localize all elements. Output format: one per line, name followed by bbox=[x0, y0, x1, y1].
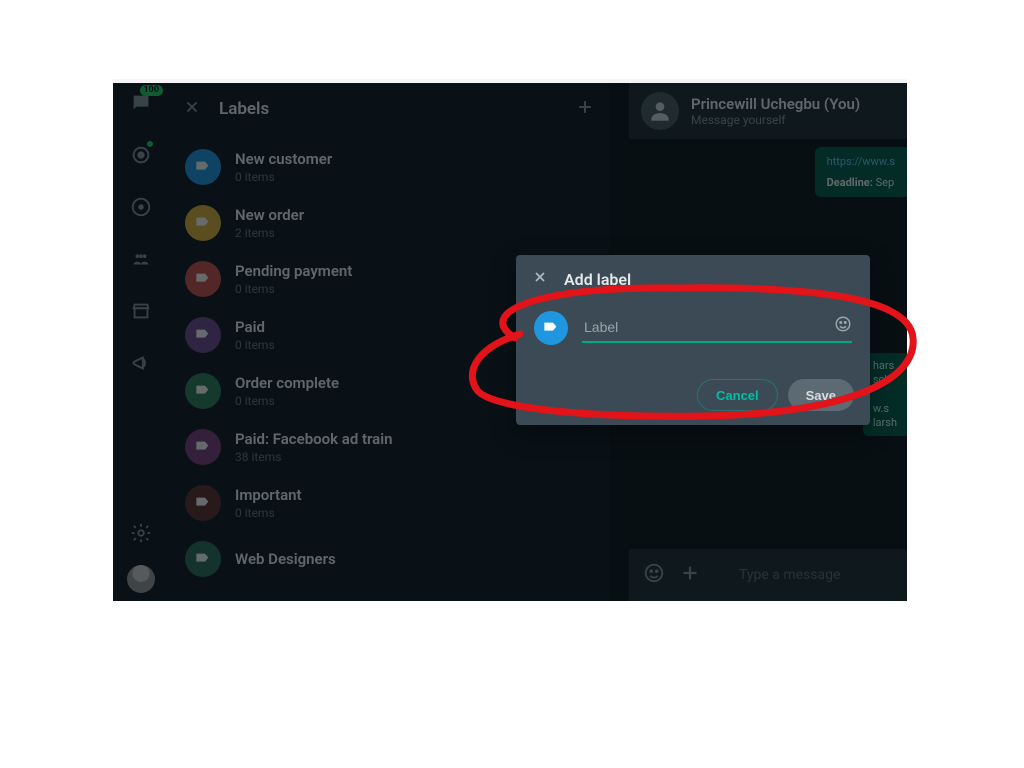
compose-bar: Type a message bbox=[629, 549, 907, 601]
compose-placeholder[interactable]: Type a message bbox=[739, 567, 840, 583]
label-row[interactable]: New order 2 items bbox=[169, 195, 609, 251]
label-name: Web Designers bbox=[235, 550, 336, 568]
message-bubble[interactable]: https://www.s Deadline: Sep bbox=[815, 147, 907, 197]
label-color-picker[interactable] bbox=[534, 311, 568, 345]
label-row[interactable]: New customer 0 items bbox=[169, 139, 609, 195]
attach-icon[interactable] bbox=[679, 562, 701, 588]
chats-icon[interactable]: 100 bbox=[127, 89, 155, 117]
channels-icon[interactable] bbox=[127, 193, 155, 221]
modal-title: Add label bbox=[564, 270, 631, 289]
label-item-count: 38 items bbox=[235, 450, 393, 464]
ads-icon[interactable] bbox=[127, 349, 155, 377]
tag-icon bbox=[185, 205, 221, 241]
chat-avatar bbox=[641, 92, 679, 130]
label-name: Important bbox=[235, 486, 302, 504]
status-icon[interactable] bbox=[127, 141, 155, 169]
label-row[interactable]: Web Designers bbox=[169, 531, 609, 587]
label-name: New order bbox=[235, 206, 304, 224]
message-link: https://www.s bbox=[827, 155, 895, 168]
labels-header: Labels bbox=[169, 83, 609, 135]
profile-avatar[interactable] bbox=[127, 565, 155, 593]
input-emoji-icon[interactable] bbox=[834, 315, 852, 337]
tag-icon bbox=[185, 373, 221, 409]
label-item-count: 2 items bbox=[235, 226, 304, 240]
label-row[interactable]: Paid: Facebook ad train 38 items bbox=[169, 419, 609, 475]
tag-icon bbox=[185, 261, 221, 297]
label-name: Paid bbox=[235, 318, 275, 336]
tag-icon bbox=[185, 149, 221, 185]
nav-rail: 100 bbox=[113, 83, 169, 601]
chat-header[interactable]: Princewill Uchegbu (You) Message yoursel… bbox=[629, 83, 907, 139]
emoji-icon[interactable] bbox=[643, 562, 665, 588]
label-item-count: 0 items bbox=[235, 282, 352, 296]
unread-badge: 100 bbox=[140, 85, 164, 96]
tag-icon bbox=[185, 485, 221, 521]
close-icon[interactable] bbox=[183, 98, 201, 120]
chat-title: Princewill Uchegbu (You) bbox=[691, 95, 860, 113]
save-button[interactable]: Save bbox=[788, 379, 854, 411]
app-container: 100 Labels bbox=[113, 83, 907, 601]
tag-icon bbox=[185, 541, 221, 577]
add-label-icon[interactable] bbox=[575, 97, 595, 121]
label-row[interactable]: Important 0 items bbox=[169, 475, 609, 531]
settings-icon[interactable] bbox=[127, 519, 155, 547]
label-name: Paid: Facebook ad train bbox=[235, 430, 393, 448]
labels-title: Labels bbox=[219, 99, 557, 119]
label-item-count: 0 items bbox=[235, 394, 339, 408]
add-label-modal: Add label Cancel Save bbox=[516, 255, 870, 425]
deadline-label: Deadline: bbox=[827, 176, 873, 189]
status-dot bbox=[147, 141, 153, 147]
label-item-count: 0 items bbox=[235, 170, 332, 184]
store-icon[interactable] bbox=[127, 297, 155, 325]
chat-subtitle: Message yourself bbox=[691, 113, 860, 127]
label-name: New customer bbox=[235, 150, 332, 168]
tag-icon bbox=[185, 317, 221, 353]
modal-close-icon[interactable] bbox=[532, 269, 548, 289]
label-item-count: 0 items bbox=[235, 506, 302, 520]
label-name-input[interactable] bbox=[582, 313, 852, 343]
communities-icon[interactable] bbox=[127, 245, 155, 273]
tag-icon bbox=[185, 429, 221, 465]
cancel-button[interactable]: Cancel bbox=[697, 379, 778, 411]
label-item-count: 0 items bbox=[235, 338, 275, 352]
label-name: Order complete bbox=[235, 374, 339, 392]
deadline-value: Sep bbox=[876, 176, 895, 189]
label-name: Pending payment bbox=[235, 262, 352, 280]
